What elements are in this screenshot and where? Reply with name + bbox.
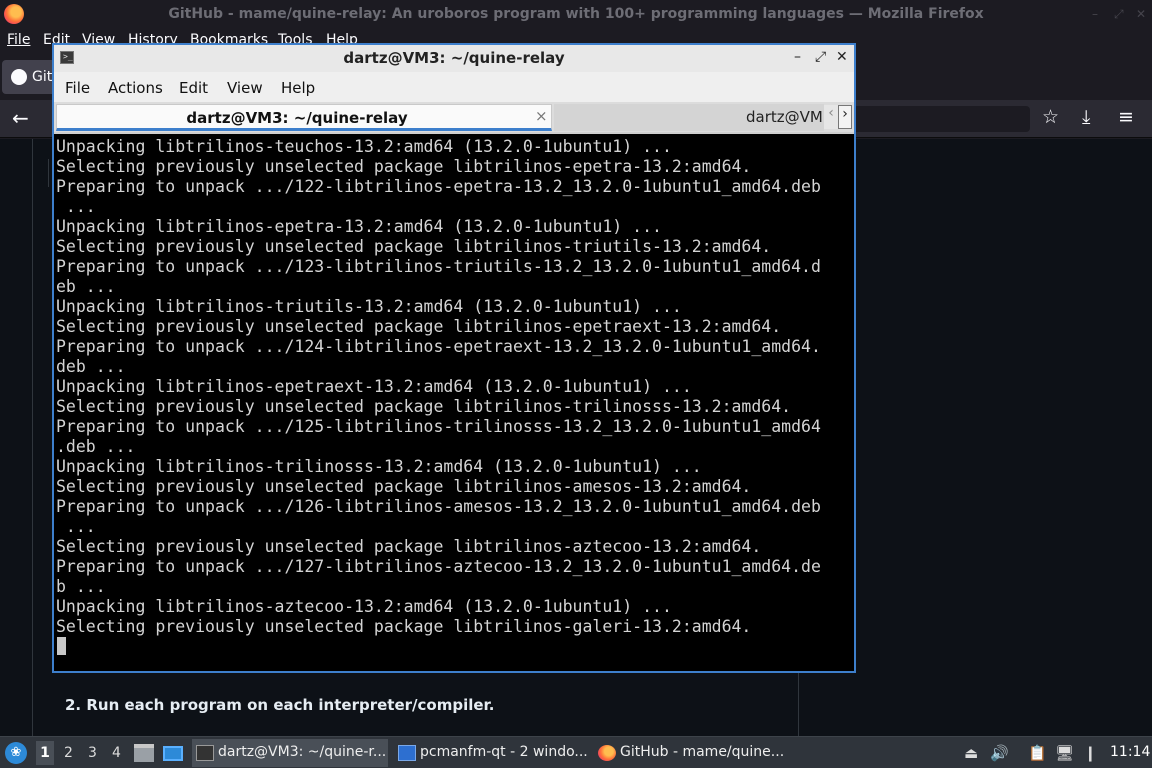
terminal-line: Unpacking libtrilinos-trilinosss-13.2:am… bbox=[56, 457, 702, 476]
minimize-icon[interactable]: – bbox=[794, 49, 801, 65]
back-arrow-icon[interactable]: ← bbox=[12, 108, 29, 128]
terminal-titlebar[interactable]: >_ dartz@VM3: ~/quine-relay – ⤢ ✕ bbox=[54, 45, 854, 72]
readme-step-heading: 2. Run each program on each interpreter/… bbox=[65, 696, 495, 714]
desktop-switch-2[interactable]: 2 bbox=[64, 745, 73, 761]
clipboard-icon[interactable]: 📋 bbox=[1028, 744, 1047, 762]
terminal-line: Preparing to unpack .../125-libtrilinos-… bbox=[56, 417, 821, 436]
task-label: GitHub - mame/quine... bbox=[620, 744, 785, 760]
taskbar-task-file-manager[interactable]: pcmanfm-qt - 2 windo... bbox=[394, 739, 590, 767]
terminal-line: Unpacking libtrilinos-epetraext-13.2:amd… bbox=[56, 377, 692, 396]
terminal-line: Preparing to unpack .../122-libtrilinos-… bbox=[56, 177, 821, 196]
terminal-line: Selecting previously unselected package … bbox=[56, 157, 752, 176]
terminal-line: Selecting previously unselected package … bbox=[56, 477, 752, 496]
download-icon[interactable]: ⤓ bbox=[1082, 107, 1090, 127]
terminal-line: Selecting previously unselected package … bbox=[56, 237, 772, 256]
terminal-lines: Unpacking libtrilinos-teuchos-13.2:amd64… bbox=[56, 137, 821, 637]
bookmark-star-icon[interactable]: ☆ bbox=[1042, 107, 1059, 127]
firefox-titlebar: GitHub - mame/quine-relay: An uroboros p… bbox=[0, 0, 1152, 30]
terminal-menu-actions[interactable]: Actions bbox=[108, 79, 163, 97]
terminal-icon bbox=[196, 745, 214, 761]
terminal-line: Selecting previously unselected package … bbox=[56, 537, 762, 556]
github-icon bbox=[11, 69, 27, 85]
maximize-icon[interactable]: ⤢ bbox=[815, 49, 826, 65]
terminal-line: Selecting previously unselected package … bbox=[56, 317, 782, 336]
task-label: pcmanfm-qt - 2 windo... bbox=[420, 744, 588, 760]
terminal-line: Unpacking libtrilinos-triutils-13.2:amd6… bbox=[56, 297, 682, 316]
terminal-line: Unpacking libtrilinos-aztecoo-13.2:amd64… bbox=[56, 597, 672, 616]
folder-icon bbox=[398, 745, 416, 761]
terminal-cursor bbox=[57, 637, 66, 655]
terminal-tabbar: dartz@VM3: ~/quine-relay × dartz@VM3: ~/… bbox=[54, 102, 854, 134]
terminal-line: Preparing to unpack .../126-libtrilinos-… bbox=[56, 497, 821, 516]
terminal-line: Unpacking libtrilinos-epetra-13.2:amd64 … bbox=[56, 217, 662, 236]
taskbar-task-firefox[interactable]: GitHub - mame/quine... bbox=[594, 739, 794, 767]
task-label: dartz@VM3: ~/quine-r... bbox=[218, 744, 387, 760]
terminal-menu-help[interactable]: Help bbox=[281, 79, 315, 97]
menu-file[interactable]: File bbox=[7, 32, 30, 48]
terminal-line: eb ... bbox=[56, 277, 116, 296]
page-divider bbox=[32, 139, 33, 736]
terminal-line: Preparing to unpack .../127-libtrilinos-… bbox=[56, 557, 821, 576]
eject-icon[interactable]: ⏏ bbox=[964, 744, 978, 762]
desktop-switch-4[interactable]: 4 bbox=[112, 745, 121, 761]
terminal-line: deb ... bbox=[56, 357, 126, 376]
firefox-icon bbox=[598, 745, 616, 761]
show-desktop-icon[interactable] bbox=[163, 746, 183, 761]
terminal-menu-edit[interactable]: Edit bbox=[179, 79, 208, 97]
firefox-tab-label: Git bbox=[32, 69, 53, 85]
terminal-tab-label: dartz@VM3: ~/quine-relay bbox=[186, 109, 408, 127]
tab-scroll-left-icon[interactable]: ‹ bbox=[824, 105, 838, 129]
terminal-menu-view[interactable]: View bbox=[227, 79, 263, 97]
minimize-icon[interactable]: – bbox=[1092, 7, 1098, 21]
page-divider bbox=[48, 159, 49, 187]
file-manager-icon[interactable] bbox=[134, 744, 154, 762]
terminal-line: Preparing to unpack .../123-libtrilinos-… bbox=[56, 257, 821, 276]
terminal-line: ... bbox=[56, 197, 96, 216]
status-icon[interactable]: ❙ bbox=[1084, 744, 1097, 762]
terminal-tab-label: dartz@VM3: ~/quine-relay bbox=[746, 108, 824, 126]
terminal-tab-inactive[interactable]: dartz@VM3: ~/quine-relay bbox=[554, 104, 824, 131]
terminal-line: b ... bbox=[56, 577, 106, 596]
terminal-line: Unpacking libtrilinos-teuchos-13.2:amd64… bbox=[56, 137, 672, 156]
desktop-switch-3[interactable]: 3 bbox=[88, 745, 97, 761]
terminal-tab-active[interactable]: dartz@VM3: ~/quine-relay × bbox=[56, 104, 552, 131]
tab-scroll-right-icon[interactable]: › bbox=[838, 105, 852, 129]
maximize-icon[interactable]: ⤢ bbox=[1114, 7, 1124, 22]
volume-icon[interactable]: 🔊 bbox=[990, 744, 1009, 762]
desktop-switch-1[interactable]: 1 bbox=[36, 741, 54, 765]
terminal-line: .deb ... bbox=[56, 437, 136, 456]
terminal-line: Preparing to unpack .../124-libtrilinos-… bbox=[56, 337, 821, 356]
terminal-line: ... bbox=[56, 517, 96, 536]
terminal-menubar: File Actions Edit View Help bbox=[54, 72, 854, 102]
terminal-output[interactable]: Unpacking libtrilinos-teuchos-13.2:amd64… bbox=[54, 136, 854, 671]
terminal-line: Selecting previously unselected package … bbox=[56, 617, 752, 636]
firefox-window-title: GitHub - mame/quine-relay: An uroboros p… bbox=[168, 6, 984, 22]
close-icon[interactable]: ✕ bbox=[836, 49, 848, 65]
terminal-line: Selecting previously unselected package … bbox=[56, 397, 792, 416]
network-icon[interactable]: 🖥 bbox=[1055, 744, 1074, 762]
taskbar-task-terminal[interactable]: dartz@VM3: ~/quine-r... bbox=[192, 739, 388, 767]
tab-close-icon[interactable]: × bbox=[535, 107, 548, 125]
start-menu-icon[interactable]: ❀ bbox=[5, 742, 27, 764]
close-icon[interactable]: ✕ bbox=[1136, 7, 1146, 21]
terminal-window: >_ dartz@VM3: ~/quine-relay – ⤢ ✕ File A… bbox=[52, 43, 856, 673]
hamburger-menu-icon[interactable]: ≡ bbox=[1118, 107, 1134, 127]
clock[interactable]: 11:14 bbox=[1110, 744, 1150, 760]
taskbar: ❀ 1 2 3 4 dartz@VM3: ~/quine-r... pcmanf… bbox=[0, 736, 1152, 768]
terminal-menu-file[interactable]: File bbox=[65, 79, 90, 97]
terminal-window-title: dartz@VM3: ~/quine-relay bbox=[343, 49, 565, 67]
